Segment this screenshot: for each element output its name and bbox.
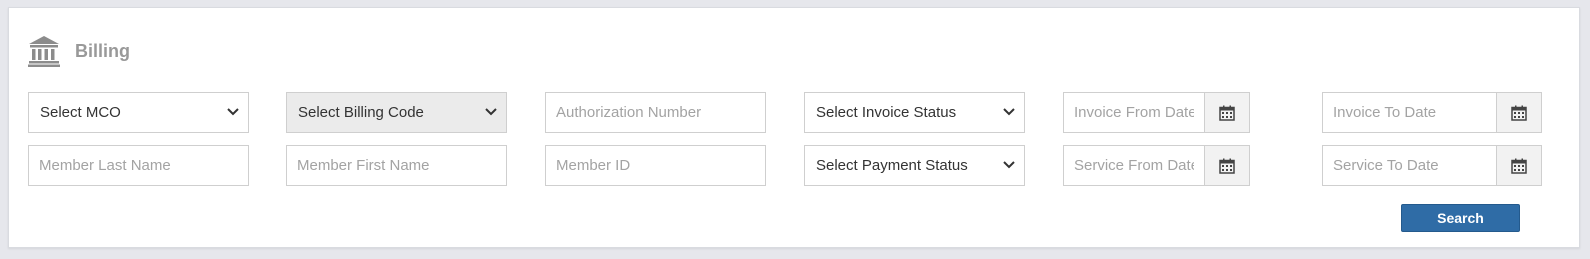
billing-code-select[interactable]: Select Billing Code: [286, 92, 507, 133]
invoice-from-date-input[interactable]: [1064, 93, 1204, 132]
chevron-down-icon: [485, 108, 497, 116]
chevron-down-icon: [1003, 161, 1015, 169]
invoice-status-select[interactable]: Select Invoice Status: [804, 92, 1025, 133]
billing-panel: Billing Select MCO Select Billing Code S…: [8, 7, 1580, 248]
invoice-to-date-calendar-button[interactable]: [1496, 92, 1542, 133]
page-title: Billing: [75, 40, 130, 61]
panel-header: Billing: [27, 34, 130, 68]
payment-status-select-value: Select Payment Status: [816, 157, 968, 174]
invoice-from-date-group: [1063, 92, 1250, 133]
mco-select[interactable]: Select MCO: [28, 92, 249, 133]
authorization-number-input[interactable]: [546, 93, 765, 132]
search-button[interactable]: Search: [1401, 204, 1520, 232]
calendar-icon: [1511, 105, 1527, 121]
chevron-down-icon: [227, 108, 239, 116]
calendar-icon: [1219, 105, 1235, 121]
invoice-from-date-calendar-button[interactable]: [1204, 92, 1250, 133]
payment-status-select[interactable]: Select Payment Status: [804, 145, 1025, 186]
chevron-down-icon: [1003, 108, 1015, 116]
service-to-date-input[interactable]: [1323, 146, 1496, 185]
service-to-date-group: [1322, 145, 1542, 186]
service-from-date-calendar-button[interactable]: [1204, 145, 1250, 186]
service-from-date-input[interactable]: [1064, 146, 1204, 185]
mco-select-value: Select MCO: [40, 104, 121, 121]
service-from-date-group: [1063, 145, 1250, 186]
member-id-field[interactable]: [545, 145, 766, 186]
member-id-input[interactable]: [546, 146, 765, 185]
invoice-to-date-group: [1322, 92, 1542, 133]
bank-icon: [28, 36, 60, 67]
invoice-to-date-input[interactable]: [1323, 93, 1496, 132]
member-first-name-field[interactable]: [286, 145, 507, 186]
member-first-name-input[interactable]: [287, 146, 506, 185]
member-last-name-input[interactable]: [29, 146, 248, 185]
service-to-date-calendar-button[interactable]: [1496, 145, 1542, 186]
calendar-icon: [1219, 158, 1235, 174]
invoice-from-date-field[interactable]: [1063, 92, 1204, 133]
service-from-date-field[interactable]: [1063, 145, 1204, 186]
invoice-status-select-value: Select Invoice Status: [816, 104, 957, 121]
calendar-icon: [1511, 158, 1527, 174]
billing-code-select-value: Select Billing Code: [298, 104, 424, 121]
invoice-to-date-field[interactable]: [1322, 92, 1496, 133]
service-to-date-field[interactable]: [1322, 145, 1496, 186]
member-last-name-field[interactable]: [28, 145, 249, 186]
authorization-number-field[interactable]: [545, 92, 766, 133]
